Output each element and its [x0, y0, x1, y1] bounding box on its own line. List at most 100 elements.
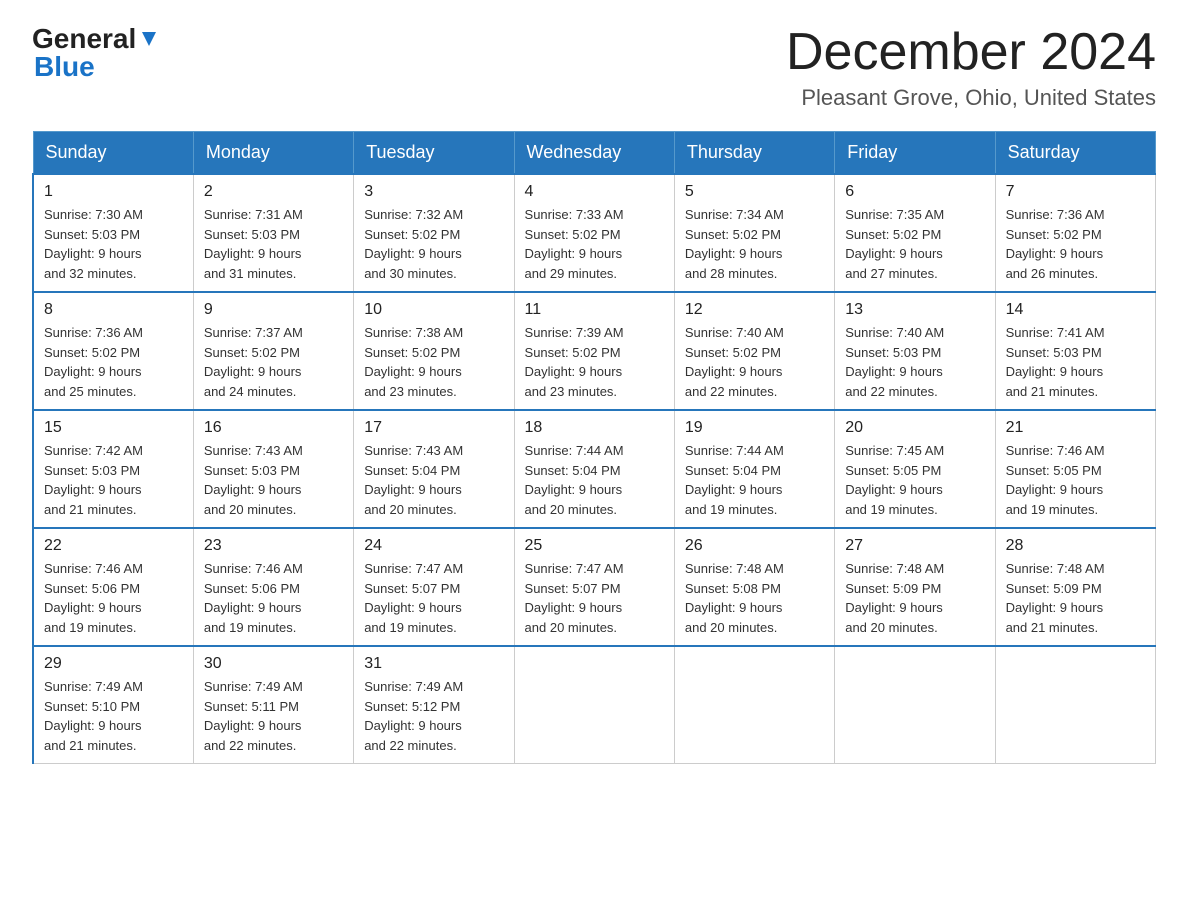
cell-week5-day5: [835, 646, 995, 764]
week-row-5: 29 Sunrise: 7:49 AM Sunset: 5:10 PM Dayl…: [33, 646, 1156, 764]
day-info: Sunrise: 7:46 AM Sunset: 5:06 PM Dayligh…: [204, 559, 343, 637]
day-info: Sunrise: 7:32 AM Sunset: 5:02 PM Dayligh…: [364, 205, 503, 283]
day-number: 11: [525, 301, 664, 319]
cell-week1-day3: 4 Sunrise: 7:33 AM Sunset: 5:02 PM Dayli…: [514, 174, 674, 292]
month-title: December 2024: [786, 24, 1156, 81]
day-number: 27: [845, 537, 984, 555]
day-number: 20: [845, 419, 984, 437]
day-info: Sunrise: 7:44 AM Sunset: 5:04 PM Dayligh…: [525, 441, 664, 519]
cell-week5-day1: 30 Sunrise: 7:49 AM Sunset: 5:11 PM Dayl…: [193, 646, 353, 764]
cell-week2-day6: 14 Sunrise: 7:41 AM Sunset: 5:03 PM Dayl…: [995, 292, 1155, 410]
day-number: 9: [204, 301, 343, 319]
day-number: 1: [44, 183, 183, 201]
day-info: Sunrise: 7:39 AM Sunset: 5:02 PM Dayligh…: [525, 323, 664, 401]
day-number: 16: [204, 419, 343, 437]
day-info: Sunrise: 7:48 AM Sunset: 5:09 PM Dayligh…: [1006, 559, 1145, 637]
cell-week3-day3: 18 Sunrise: 7:44 AM Sunset: 5:04 PM Dayl…: [514, 410, 674, 528]
day-info: Sunrise: 7:48 AM Sunset: 5:09 PM Dayligh…: [845, 559, 984, 637]
cell-week2-day0: 8 Sunrise: 7:36 AM Sunset: 5:02 PM Dayli…: [33, 292, 193, 410]
logo: General Blue: [32, 24, 160, 83]
cell-week4-day3: 25 Sunrise: 7:47 AM Sunset: 5:07 PM Dayl…: [514, 528, 674, 646]
cell-week1-day2: 3 Sunrise: 7:32 AM Sunset: 5:02 PM Dayli…: [354, 174, 514, 292]
header-thursday: Thursday: [674, 132, 834, 175]
cell-week5-day4: [674, 646, 834, 764]
cell-week3-day2: 17 Sunrise: 7:43 AM Sunset: 5:04 PM Dayl…: [354, 410, 514, 528]
day-info: Sunrise: 7:37 AM Sunset: 5:02 PM Dayligh…: [204, 323, 343, 401]
day-info: Sunrise: 7:46 AM Sunset: 5:05 PM Dayligh…: [1006, 441, 1145, 519]
cell-week2-day3: 11 Sunrise: 7:39 AM Sunset: 5:02 PM Dayl…: [514, 292, 674, 410]
cell-week1-day0: 1 Sunrise: 7:30 AM Sunset: 5:03 PM Dayli…: [33, 174, 193, 292]
day-number: 22: [44, 537, 183, 555]
day-info: Sunrise: 7:41 AM Sunset: 5:03 PM Dayligh…: [1006, 323, 1145, 401]
header-tuesday: Tuesday: [354, 132, 514, 175]
day-info: Sunrise: 7:33 AM Sunset: 5:02 PM Dayligh…: [525, 205, 664, 283]
cell-week4-day4: 26 Sunrise: 7:48 AM Sunset: 5:08 PM Dayl…: [674, 528, 834, 646]
day-number: 24: [364, 537, 503, 555]
cell-week4-day1: 23 Sunrise: 7:46 AM Sunset: 5:06 PM Dayl…: [193, 528, 353, 646]
day-number: 23: [204, 537, 343, 555]
cell-week5-day6: [995, 646, 1155, 764]
cell-week4-day0: 22 Sunrise: 7:46 AM Sunset: 5:06 PM Dayl…: [33, 528, 193, 646]
day-number: 7: [1006, 183, 1145, 201]
day-number: 6: [845, 183, 984, 201]
day-info: Sunrise: 7:40 AM Sunset: 5:03 PM Dayligh…: [845, 323, 984, 401]
day-number: 26: [685, 537, 824, 555]
day-number: 25: [525, 537, 664, 555]
week-row-2: 8 Sunrise: 7:36 AM Sunset: 5:02 PM Dayli…: [33, 292, 1156, 410]
week-row-3: 15 Sunrise: 7:42 AM Sunset: 5:03 PM Dayl…: [33, 410, 1156, 528]
day-info: Sunrise: 7:31 AM Sunset: 5:03 PM Dayligh…: [204, 205, 343, 283]
day-number: 17: [364, 419, 503, 437]
day-number: 8: [44, 301, 183, 319]
day-info: Sunrise: 7:49 AM Sunset: 5:12 PM Dayligh…: [364, 677, 503, 755]
cell-week4-day5: 27 Sunrise: 7:48 AM Sunset: 5:09 PM Dayl…: [835, 528, 995, 646]
day-info: Sunrise: 7:36 AM Sunset: 5:02 PM Dayligh…: [44, 323, 183, 401]
day-info: Sunrise: 7:49 AM Sunset: 5:10 PM Dayligh…: [44, 677, 183, 755]
page-header: General Blue December 2024 Pleasant Grov…: [32, 24, 1156, 111]
day-number: 4: [525, 183, 664, 201]
day-info: Sunrise: 7:38 AM Sunset: 5:02 PM Dayligh…: [364, 323, 503, 401]
title-block: December 2024 Pleasant Grove, Ohio, Unit…: [786, 24, 1156, 111]
logo-blue: Blue: [34, 51, 95, 83]
day-number: 31: [364, 655, 503, 673]
day-info: Sunrise: 7:36 AM Sunset: 5:02 PM Dayligh…: [1006, 205, 1145, 283]
cell-week2-day2: 10 Sunrise: 7:38 AM Sunset: 5:02 PM Dayl…: [354, 292, 514, 410]
cell-week3-day1: 16 Sunrise: 7:43 AM Sunset: 5:03 PM Dayl…: [193, 410, 353, 528]
day-info: Sunrise: 7:46 AM Sunset: 5:06 PM Dayligh…: [44, 559, 183, 637]
day-info: Sunrise: 7:42 AM Sunset: 5:03 PM Dayligh…: [44, 441, 183, 519]
day-number: 2: [204, 183, 343, 201]
day-number: 29: [44, 655, 183, 673]
day-info: Sunrise: 7:43 AM Sunset: 5:04 PM Dayligh…: [364, 441, 503, 519]
cell-week2-day4: 12 Sunrise: 7:40 AM Sunset: 5:02 PM Dayl…: [674, 292, 834, 410]
day-info: Sunrise: 7:43 AM Sunset: 5:03 PM Dayligh…: [204, 441, 343, 519]
header-monday: Monday: [193, 132, 353, 175]
header-sunday: Sunday: [33, 132, 193, 175]
cell-week4-day6: 28 Sunrise: 7:48 AM Sunset: 5:09 PM Dayl…: [995, 528, 1155, 646]
day-info: Sunrise: 7:40 AM Sunset: 5:02 PM Dayligh…: [685, 323, 824, 401]
day-headers-row: Sunday Monday Tuesday Wednesday Thursday…: [33, 132, 1156, 175]
day-number: 21: [1006, 419, 1145, 437]
day-info: Sunrise: 7:45 AM Sunset: 5:05 PM Dayligh…: [845, 441, 984, 519]
day-info: Sunrise: 7:47 AM Sunset: 5:07 PM Dayligh…: [525, 559, 664, 637]
cell-week2-day1: 9 Sunrise: 7:37 AM Sunset: 5:02 PM Dayli…: [193, 292, 353, 410]
cell-week1-day4: 5 Sunrise: 7:34 AM Sunset: 5:02 PM Dayli…: [674, 174, 834, 292]
header-friday: Friday: [835, 132, 995, 175]
cell-week3-day4: 19 Sunrise: 7:44 AM Sunset: 5:04 PM Dayl…: [674, 410, 834, 528]
cell-week5-day0: 29 Sunrise: 7:49 AM Sunset: 5:10 PM Dayl…: [33, 646, 193, 764]
day-info: Sunrise: 7:44 AM Sunset: 5:04 PM Dayligh…: [685, 441, 824, 519]
day-info: Sunrise: 7:48 AM Sunset: 5:08 PM Dayligh…: [685, 559, 824, 637]
cell-week3-day0: 15 Sunrise: 7:42 AM Sunset: 5:03 PM Dayl…: [33, 410, 193, 528]
cell-week2-day5: 13 Sunrise: 7:40 AM Sunset: 5:03 PM Dayl…: [835, 292, 995, 410]
day-number: 30: [204, 655, 343, 673]
day-number: 3: [364, 183, 503, 201]
header-saturday: Saturday: [995, 132, 1155, 175]
day-info: Sunrise: 7:49 AM Sunset: 5:11 PM Dayligh…: [204, 677, 343, 755]
day-number: 5: [685, 183, 824, 201]
week-row-1: 1 Sunrise: 7:30 AM Sunset: 5:03 PM Dayli…: [33, 174, 1156, 292]
header-wednesday: Wednesday: [514, 132, 674, 175]
cell-week1-day6: 7 Sunrise: 7:36 AM Sunset: 5:02 PM Dayli…: [995, 174, 1155, 292]
cell-week5-day2: 31 Sunrise: 7:49 AM Sunset: 5:12 PM Dayl…: [354, 646, 514, 764]
day-info: Sunrise: 7:34 AM Sunset: 5:02 PM Dayligh…: [685, 205, 824, 283]
day-number: 13: [845, 301, 984, 319]
day-number: 14: [1006, 301, 1145, 319]
week-row-4: 22 Sunrise: 7:46 AM Sunset: 5:06 PM Dayl…: [33, 528, 1156, 646]
